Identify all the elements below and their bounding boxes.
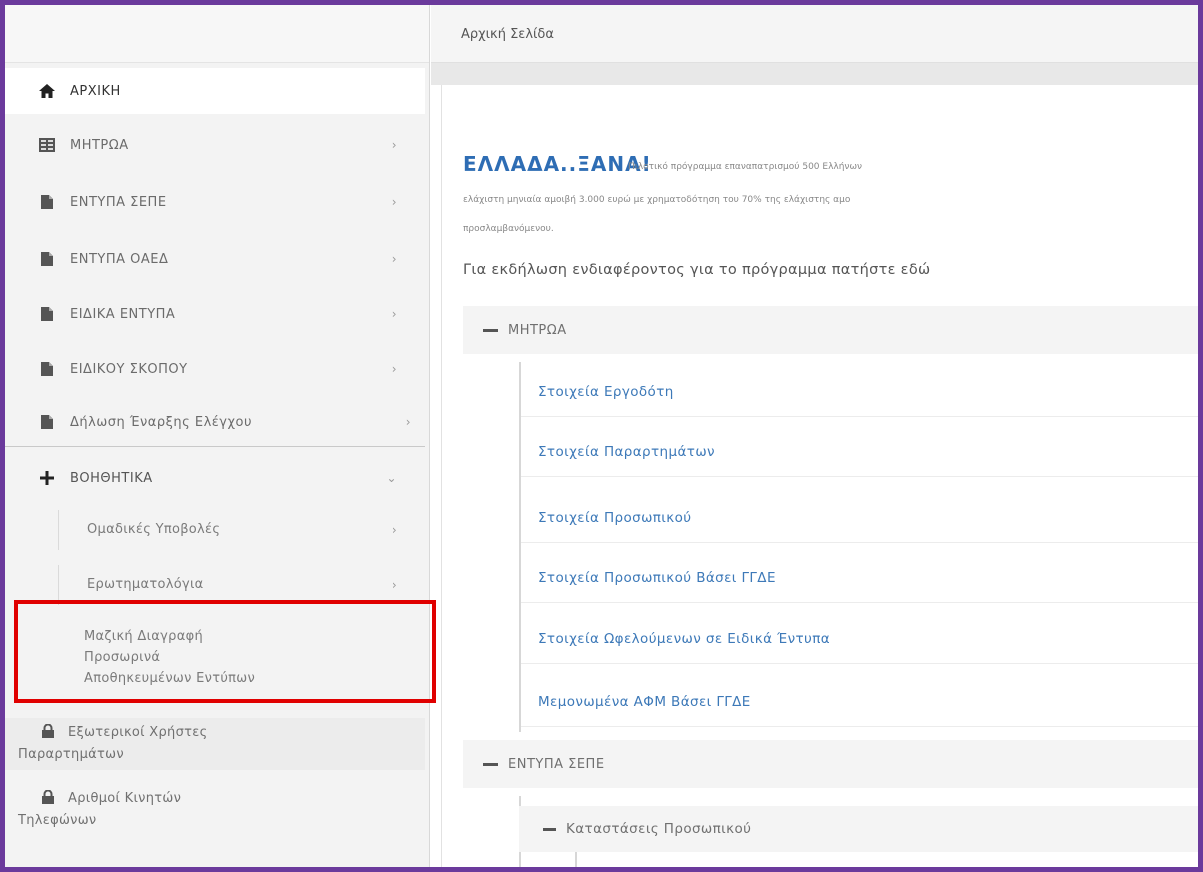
sidebar-item-label: ΑΡΧΙΚΗ <box>70 83 121 99</box>
minus-icon <box>483 762 498 766</box>
sidebar-item-mobile-numbers[interactable]: Αριθμοί Κινητών Τηλεφώνων <box>0 784 425 836</box>
tree-link-employer-details[interactable]: Στοιχεία Εργοδότη <box>521 367 1198 417</box>
tree-section-sepe[interactable]: ΕΝΤΥΠΑ ΣΕΠΕ <box>463 740 1198 788</box>
interest-link[interactable]: Για εκδήλωση ενδιαφέροντος για το πρόγρα… <box>463 262 930 278</box>
sidebar-item-label: Αριθμοί Κινητών <box>68 791 182 806</box>
sidebar-item-label: ΕΝΤΥΠΑ ΣΕΠΕ <box>70 194 167 210</box>
sidebar-item-special-forms[interactable]: ΕΙΔΙΚΑ ΕΝΤΥΠΑ › <box>0 291 425 337</box>
tree-subsection-label: Καταστάσεις Προσωπικού <box>566 821 752 837</box>
tree-link-label: Στοιχεία Παραρτημάτων <box>538 443 715 460</box>
promo-text-line2: ελάχιστη μηνιαία αμοιβή 3.000 ευρώ με χρ… <box>463 195 851 205</box>
tree-link-label: Μεμονωμένα ΑΦΜ Βάσει ΓΓΔΕ <box>538 693 751 710</box>
promo-title-text: ΕΛΛΑΔΑ..ΞΑΝΑ! <box>463 152 652 176</box>
tree-link-branch-details[interactable]: Στοιχεία Παραρτημάτων <box>521 427 1198 477</box>
promo-text-line3: προσλαμβανόμενου. <box>463 224 554 234</box>
promo-title[interactable]: ΕΛΛΑΔΑ..ΞΑΝΑ! <box>463 152 652 176</box>
tree-link-label: Στοιχεία Ωφελούμενων σε Ειδικά Έντυπα <box>538 630 831 647</box>
document-icon <box>38 251 56 267</box>
tree-section-label: ΜΗΤΡΩΑ <box>508 322 567 338</box>
tree-section-registry[interactable]: ΜΗΤΡΩΑ <box>463 306 1198 354</box>
tree-link-personnel-details[interactable]: Στοιχεία Προσωπικού <box>521 493 1198 543</box>
tree-connector <box>575 852 577 867</box>
document-icon <box>38 306 56 322</box>
sidebar-item-oaed[interactable]: ΕΝΤΥΠΑ ΟΑΕΔ › <box>0 236 425 282</box>
highlight-box <box>14 600 436 703</box>
sidebar-item-label: ΕΝΤΥΠΑ ΟΑΕΔ <box>70 251 169 267</box>
sidebar-item-label: Τηλεφώνων <box>18 813 97 828</box>
sidebar-subitem-questionnaires[interactable]: Ερωτηματολόγια › <box>58 565 425 605</box>
document-icon <box>38 361 56 377</box>
tree-link-individual-afm[interactable]: Μεμονωμένα ΑΦΜ Βάσει ΓΓΔΕ <box>521 677 1198 727</box>
tree-subsection-personnel-states[interactable]: Καταστάσεις Προσωπικού <box>519 806 1198 852</box>
sidebar-item-label: ΕΙΔΙΚΑ ΕΝΤΥΠΑ <box>70 306 176 322</box>
chevron-right-icon: › <box>391 362 397 376</box>
sidebar-item-label: ΕΙΔΙΚΟΥ ΣΚΟΠΟΥ <box>70 361 188 377</box>
sidebar-header <box>5 5 429 63</box>
document-icon <box>38 414 56 430</box>
plus-icon <box>38 470 56 486</box>
tree-section-label: ΕΝΤΥΠΑ ΣΕΠΕ <box>508 756 605 772</box>
registry-icon <box>38 137 56 153</box>
sidebar-item-label: ΜΗΤΡΩΑ <box>70 137 129 153</box>
sidebar-item-inspection-start[interactable]: Δήλωση Έναρξης Ελέγχου › <box>0 399 425 445</box>
lock-icon <box>40 789 56 804</box>
sidebar-item-registry[interactable]: ΜΗΤΡΩΑ › <box>0 122 425 168</box>
chevron-right-icon: › <box>391 523 397 537</box>
sidebar-item-label: Δήλωση Έναρξης Ελέγχου <box>70 414 252 430</box>
promo-text-line1: Πιλοτικό πρόγραμμα επαναπατρισμού 500 Ελ… <box>628 162 863 172</box>
sidebar-item-special-purpose[interactable]: ΕΙΔΙΚΟΥ ΣΚΟΠΟΥ › <box>0 346 425 392</box>
minus-icon <box>543 827 556 831</box>
header-strip <box>431 63 1198 85</box>
chevron-down-icon: ⌄ <box>386 471 397 485</box>
minus-icon <box>483 328 498 332</box>
sidebar-subitem-bulk-submissions[interactable]: Ομαδικές Υποβολές › <box>58 510 425 550</box>
tree-link-beneficiaries[interactable]: Στοιχεία Ωφελούμενων σε Ειδικά Έντυπα <box>521 614 1198 664</box>
breadcrumb-bar: Αρχική Σελίδα <box>431 5 1198 63</box>
tree-link-personnel-ggde[interactable]: Στοιχεία Προσωπικού Βάσει ΓΓΔΕ <box>521 553 1198 603</box>
tree-link-label: Στοιχεία Προσωπικού Βάσει ΓΓΔΕ <box>538 569 776 586</box>
sidebar-item-external-users[interactable]: Εξωτερικοί Χρήστες Παραρτημάτων <box>0 718 425 770</box>
lock-icon <box>40 723 56 738</box>
tree-link-label: Στοιχεία Εργοδότη <box>538 383 674 400</box>
chevron-right-icon: › <box>391 195 397 209</box>
chevron-right-icon: › <box>391 307 397 321</box>
sidebar-item-home[interactable]: ΑΡΧΙΚΗ <box>0 68 425 114</box>
breadcrumb[interactable]: Αρχική Σελίδα <box>461 27 554 42</box>
chevron-right-icon: › <box>391 578 397 592</box>
sidebar-subitem-label: Ερωτηματολόγια <box>87 577 204 592</box>
sidebar-item-auxiliary[interactable]: ΒΟΗΘΗΤΙΚΑ ⌄ <box>0 455 425 501</box>
chevron-right-icon: › <box>405 415 411 429</box>
sidebar-item-sepe[interactable]: ΕΝΤΥΠΑ ΣΕΠΕ › <box>0 179 425 225</box>
document-icon <box>38 194 56 210</box>
sidebar-divider <box>0 446 425 447</box>
sidebar-item-label: Εξωτερικοί Χρήστες <box>68 725 208 740</box>
home-icon <box>38 83 56 99</box>
sidebar-item-label: Παραρτημάτων <box>18 747 124 762</box>
chevron-right-icon: › <box>391 138 397 152</box>
sidebar-subitem-label: Ομαδικές Υποβολές <box>87 522 221 537</box>
sidebar-item-label: ΒΟΗΘΗΤΙΚΑ <box>70 470 153 486</box>
chevron-right-icon: › <box>391 252 397 266</box>
tree-link-label: Στοιχεία Προσωπικού <box>538 509 692 526</box>
